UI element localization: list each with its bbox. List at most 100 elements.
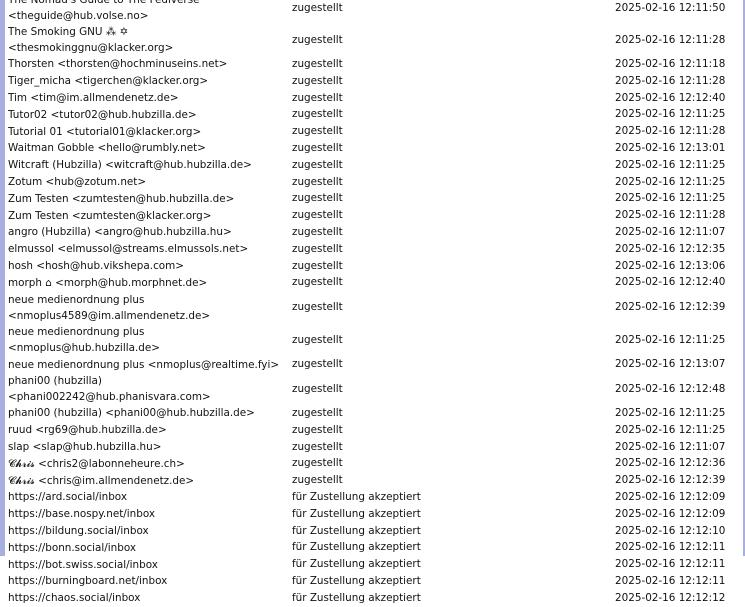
- recipient-cell: elmussol <elmussol@streams.elmussols.net…: [8, 243, 249, 256]
- status-cell: zugestellt: [292, 423, 343, 436]
- recipient-cell: https://bildung.social/inbox: [8, 524, 149, 537]
- table-row: https://ard.social/inbox für Zustellung a…: [6, 489, 742, 506]
- timestamp-cell: 2025-02-16 12:11:07: [615, 440, 726, 453]
- status-cell: zugestellt: [292, 225, 343, 238]
- recipient-cell: https://chaos.social/inbox: [8, 592, 141, 605]
- table-row: angro (Hubzilla) <angro@hub.hubzilla.hu>…: [6, 224, 742, 241]
- recipient-cell: The Smoking GNU ⁂ ✡ <thesmokinggnu@klack…: [8, 26, 174, 54]
- table-row: Tiger_micha <tigerchen@klacker.org> zuges…: [6, 73, 742, 90]
- status-cell: zugestellt: [292, 276, 343, 289]
- status-cell: zugestellt: [292, 209, 343, 222]
- status-cell: für Zustellung akzeptiert: [292, 591, 421, 604]
- status-cell: für Zustellung akzeptiert: [292, 558, 421, 571]
- status-cell: zugestellt: [292, 1, 343, 14]
- recipient-cell: angro (Hubzilla) <angro@hub.hubzilla.hu>: [8, 226, 232, 239]
- delivery-report: The Nomad's Guide to The Fediverse <theg…: [6, 0, 742, 607]
- table-row: Thorsten <thorsten@hochminuseins.net> zug…: [6, 56, 742, 73]
- recipient-cell: Witcraft (Hubzilla) <witcraft@hub.hubzil…: [8, 159, 252, 172]
- recipient-cell: 𝓒𝓱𝓻𝓲𝓼 <chris2@labonneheure.ch>: [8, 457, 185, 470]
- table-row: neue medienordnung plus <nmoplus4589@im.…: [6, 291, 742, 324]
- table-row: neue medienordnung plus <nmoplus@hub.hub…: [6, 324, 742, 356]
- timestamp-cell: 2025-02-16 12:12:48: [615, 382, 726, 395]
- table-row: hosh <hosh@hub.vikshepa.com> zugestellt 20…: [6, 258, 742, 275]
- status-cell: für Zustellung akzeptiert: [292, 507, 421, 520]
- timestamp-cell: 2025-02-16 12:11:28: [615, 209, 726, 222]
- timestamp-cell: 2025-02-16 12:11:28: [615, 33, 726, 46]
- timestamp-cell: 2025-02-16 12:11:25: [615, 108, 726, 121]
- recipient-cell: Waitman Gobble <hello@rumbly.net>: [8, 142, 206, 155]
- recipient-cell: phani00 (hubzilla) <phani00@hub.hubzilla…: [8, 407, 255, 420]
- table-row: elmussol <elmussol@streams.elmussols.net…: [6, 241, 742, 258]
- recipient-cell: Zum Testen <zumtesten@hub.hubzilla.de>: [8, 192, 235, 205]
- status-cell: für Zustellung akzeptiert: [292, 574, 421, 587]
- timestamp-cell: 2025-02-16 12:12:12: [615, 591, 726, 604]
- recipient-cell: Zotum <hub@zotum.net>: [8, 175, 147, 188]
- timestamp-cell: 2025-02-16 12:12:09: [615, 507, 726, 520]
- timestamp-cell: 2025-02-16 12:12:40: [615, 276, 726, 289]
- recipient-cell: Tutor02 <tutor02@hub.hubzilla.de>: [8, 108, 197, 121]
- timestamp-cell: 2025-02-16 12:13:06: [615, 259, 726, 272]
- table-row: morph ⌂ <morph@hub.morphnet.de> zugestell…: [6, 274, 742, 291]
- recipient-cell: ruud <rg69@hub.hubzilla.de>: [8, 424, 167, 437]
- timestamp-cell: 2025-02-16 12:11:25: [615, 175, 726, 188]
- table-row: https://burningboard.net/inbox für Zustel…: [6, 573, 742, 590]
- table-row: Tutor02 <tutor02@hub.hubzilla.de> zugeste…: [6, 106, 742, 123]
- status-cell: für Zustellung akzeptiert: [292, 541, 421, 554]
- table-row: Tim <tim@im.allmendenetz.de> zugestellt 20…: [6, 90, 742, 107]
- table-row: phani00 (hubzilla) <phani002242@hub.phan…: [6, 373, 742, 405]
- recipient-cell: Tutorial 01 <tutorial01@klacker.org>: [8, 125, 202, 138]
- status-cell: zugestellt: [292, 74, 343, 87]
- table-row: Witcraft (Hubzilla) <witcraft@hub.hubzil…: [6, 157, 742, 174]
- status-cell: zugestellt: [292, 457, 343, 470]
- table-row: The Nomad's Guide to The Fediverse <theg…: [6, 0, 742, 24]
- recipient-cell: neue medienordnung plus <nmoplus4589@im.…: [8, 293, 211, 322]
- table-row: Zum Testen <zumtesten@hub.hubzilla.de> zu…: [6, 190, 742, 207]
- timestamp-cell: 2025-02-16 12:11:25: [615, 423, 726, 436]
- timestamp-cell: 2025-02-16 12:13:01: [615, 141, 726, 154]
- status-cell: zugestellt: [292, 358, 343, 371]
- table-row: https://chaos.social/inbox für Zustellung…: [6, 590, 742, 607]
- left-border: [0, 0, 5, 556]
- recipient-cell: morph ⌂ <morph@hub.morphnet.de>: [8, 276, 208, 289]
- recipient-cell: 𝓒𝓱𝓻𝓲𝓼 <chris@im.allmendenetz.de>: [8, 474, 195, 487]
- timestamp-cell: 2025-02-16 12:12:39: [615, 301, 726, 314]
- delivery-table: The Nomad's Guide to The Fediverse <theg…: [6, 0, 742, 607]
- timestamp-cell: 2025-02-16 12:12:10: [615, 524, 726, 537]
- table-row: slap <slap@hub.hubzilla.hu> zugestellt 202…: [6, 439, 742, 456]
- status-cell: zugestellt: [292, 301, 343, 314]
- status-cell: zugestellt: [292, 474, 343, 487]
- table-row: https://bildung.social/inbox für Zustellu…: [6, 523, 742, 540]
- table-row: The Smoking GNU ⁂ ✡ <thesmokinggnu@klack…: [6, 24, 742, 56]
- timestamp-cell: 2025-02-16 12:11:25: [615, 158, 726, 171]
- recipient-cell: https://ard.social/inbox: [8, 491, 127, 504]
- status-cell: zugestellt: [292, 91, 343, 104]
- table-row: 𝓒𝓱𝓻𝓲𝓼 <chris2@labonneheure.ch> zugestellt…: [6, 455, 742, 472]
- status-cell: zugestellt: [292, 141, 343, 154]
- status-cell: zugestellt: [292, 259, 343, 272]
- status-cell: zugestellt: [292, 33, 343, 46]
- recipient-cell: neue medienordnung plus <nmoplus@hub.hub…: [8, 326, 160, 355]
- recipient-cell: Thorsten <thorsten@hochminuseins.net>: [8, 58, 228, 71]
- table-row: Tutorial 01 <tutorial01@klacker.org> zuge…: [6, 123, 742, 140]
- timestamp-cell: 2025-02-16 12:11:28: [615, 125, 726, 138]
- timestamp-cell: 2025-02-16 12:12:11: [615, 558, 726, 571]
- table-row: Waitman Gobble <hello@rumbly.net> zugeste…: [6, 140, 742, 157]
- status-cell: zugestellt: [292, 175, 343, 188]
- timestamp-cell: 2025-02-16 12:11:25: [615, 192, 726, 205]
- status-cell: zugestellt: [292, 242, 343, 255]
- status-cell: zugestellt: [292, 125, 343, 138]
- timestamp-cell: 2025-02-16 12:11:07: [615, 225, 726, 238]
- status-cell: zugestellt: [292, 108, 343, 121]
- timestamp-cell: 2025-02-16 12:12:40: [615, 91, 726, 104]
- table-row: Zotum <hub@zotum.net> zugestellt 2025-02-1…: [6, 174, 742, 191]
- status-cell: zugestellt: [292, 158, 343, 171]
- table-row: Zum Testen <zumtesten@klacker.org> zugest…: [6, 207, 742, 224]
- table-row: 𝓒𝓱𝓻𝓲𝓼 <chris@im.allmendenetz.de> zugestel…: [6, 472, 742, 489]
- recipient-cell: hosh <hosh@hub.vikshepa.com>: [8, 259, 184, 272]
- table-row: ruud <rg69@hub.hubzilla.de> zugestellt 202…: [6, 422, 742, 439]
- table-row: https://bonn.social/inbox für Zustellung …: [6, 539, 742, 556]
- table-row: https://base.nospy.net/inbox für Zustellu…: [6, 506, 742, 523]
- recipient-cell: The Nomad's Guide to The Fediverse <theg…: [8, 0, 200, 22]
- recipient-cell: Zum Testen <zumtesten@klacker.org>: [8, 209, 212, 222]
- recipient-cell: https://bot.swiss.social/inbox: [8, 558, 158, 571]
